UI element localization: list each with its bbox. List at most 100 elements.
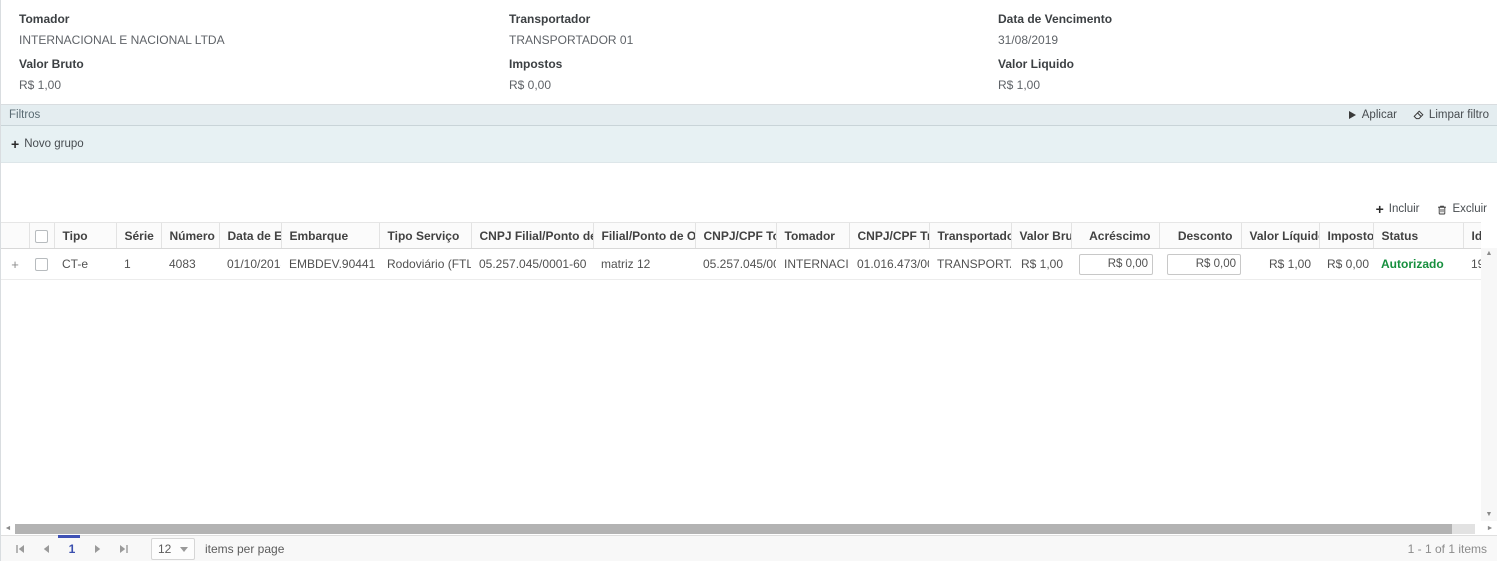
valor-bruto-value: R$ 1,00	[19, 77, 225, 93]
grid-toolbar: + Incluir Excluir	[1, 163, 1497, 222]
header-status[interactable]: Status	[1373, 223, 1463, 249]
header-valor-liquido[interactable]: Valor Líquido	[1241, 223, 1319, 249]
scroll-up-icon[interactable]: ▲	[1486, 248, 1493, 260]
horizontal-scroll-thumb[interactable]	[15, 524, 1452, 534]
filters-actions: Aplicar Limpar filtro	[1348, 109, 1489, 121]
plus-icon: +	[1376, 204, 1384, 214]
cell-tomador: INTERNACIONAL E...	[776, 249, 849, 280]
header-acrescimo[interactable]: Acréscimo	[1071, 223, 1159, 249]
scroll-right-icon[interactable]: ►	[1483, 525, 1497, 532]
prev-page-button[interactable]	[33, 544, 59, 554]
tomador-label: Tomador	[19, 11, 225, 27]
vertical-scrollbar[interactable]: ▲ ▼	[1481, 248, 1497, 521]
row-checkbox[interactable]	[35, 258, 48, 271]
clear-filter-label: Limpar filtro	[1429, 109, 1489, 121]
filters-body: + Novo grupo	[1, 126, 1497, 163]
header-tomador[interactable]: Tomador	[776, 223, 849, 249]
cte-grid: Tipo Série Número Data de Emis... Embarq…	[1, 222, 1481, 280]
row-expander-icon[interactable]: +	[11, 257, 19, 272]
apply-filter-button[interactable]: Aplicar	[1348, 109, 1397, 121]
header-valor-bruto[interactable]: Valor Bruto	[1011, 223, 1071, 249]
items-per-page-label: items per page	[205, 542, 284, 556]
cell-valor-bruto: R$ 1,00	[1011, 249, 1071, 280]
page-number[interactable]: 1	[59, 542, 85, 556]
cell-numero: 4083	[161, 249, 219, 280]
excluir-label: Excluir	[1452, 203, 1487, 215]
arrow-right-icon	[94, 544, 102, 554]
impostos-label: Impostos	[509, 56, 633, 72]
cell-filial: matriz 12	[593, 249, 695, 280]
cell-tipo-servico: Rodoviário (FTL)	[379, 249, 471, 280]
valor-liquido-value: R$ 1,00	[998, 77, 1112, 93]
cell-cnpj-filial: 05.257.045/0001-60	[471, 249, 593, 280]
cell-tipo: CT-e	[54, 249, 116, 280]
trash-icon	[1437, 204, 1447, 215]
plus-icon: +	[11, 139, 19, 149]
page-size-select[interactable]: 12	[151, 538, 195, 560]
valor-bruto-label: Valor Bruto	[19, 56, 225, 72]
cell-valor-liquido: R$ 1,00	[1241, 249, 1319, 280]
clear-filter-button[interactable]: Limpar filtro	[1413, 109, 1489, 121]
play-icon	[1348, 110, 1357, 120]
next-page-button[interactable]	[85, 544, 111, 554]
header-impostos[interactable]: Impostos	[1319, 223, 1373, 249]
header-tipo-servico[interactable]: Tipo Serviço	[379, 223, 471, 249]
first-page-button[interactable]	[7, 544, 33, 554]
header-tipo[interactable]: Tipo	[54, 223, 116, 249]
acrescimo-input[interactable]	[1079, 254, 1153, 275]
last-page-button[interactable]	[111, 544, 137, 554]
pager-range-label: 1 - 1 of 1 items	[1408, 542, 1487, 556]
cell-data-emissao: 01/10/2018 11:...	[219, 249, 281, 280]
new-group-label: Novo grupo	[24, 138, 83, 150]
header-cnpj-tomador[interactable]: CNPJ/CPF Tomad...	[695, 223, 776, 249]
header-cnpj-transportador[interactable]: CNPJ/CPF Transp...	[849, 223, 929, 249]
valor-liquido-label: Valor Liquido	[998, 56, 1112, 72]
header-numero[interactable]: Número	[161, 223, 219, 249]
table-row[interactable]: + CT-e 1 4083 01/10/2018 11:... EMBDEV.9…	[1, 249, 1481, 280]
select-all-checkbox[interactable]	[35, 230, 48, 243]
cell-embarque: EMBDEV.90441	[281, 249, 379, 280]
cell-cnpj-transportador: 01.016.473/0001-40	[849, 249, 929, 280]
header-filial[interactable]: Filial/Ponto de Operação	[593, 223, 695, 249]
horizontal-scrollbar[interactable]: ◄ ►	[1, 522, 1497, 535]
header-data-emissao[interactable]: Data de Emis...	[219, 223, 281, 249]
pager-bar: 1 12 items per page 1 - 1 of 1 items	[1, 535, 1497, 561]
header-cnpj-filial[interactable]: CNPJ Filial/Ponto de Operação	[471, 223, 593, 249]
summary-column-2: Transportador TRANSPORTADOR 01 Impostos …	[509, 8, 633, 101]
filters-bar: Filtros Aplicar Limpar filtro	[1, 105, 1497, 126]
horizontal-scroll-track[interactable]	[15, 524, 1475, 534]
arrow-left-icon	[42, 544, 50, 554]
apply-filter-label: Aplicar	[1362, 109, 1397, 121]
transportador-value: TRANSPORTADOR 01	[509, 32, 633, 48]
chevron-down-icon	[180, 547, 188, 552]
scroll-down-icon[interactable]: ▼	[1486, 509, 1493, 521]
select-all-column-header	[29, 223, 54, 249]
header-desconto[interactable]: Desconto	[1159, 223, 1241, 249]
incluir-button[interactable]: + Incluir	[1376, 203, 1420, 215]
new-group-button[interactable]: + Novo grupo	[11, 138, 84, 150]
header-embarque[interactable]: Embarque	[281, 223, 379, 249]
scroll-left-icon[interactable]: ◄	[1, 525, 15, 532]
excluir-button[interactable]: Excluir	[1437, 203, 1487, 215]
grid-header-row: Tipo Série Número Data de Emis... Embarq…	[1, 223, 1481, 249]
expander-column-header	[1, 223, 29, 249]
status-badge: Autorizado	[1381, 257, 1444, 271]
cte-page: Tomador INTERNACIONAL E NACIONAL LTDA Va…	[0, 0, 1497, 561]
filters-title: Filtros	[9, 109, 40, 121]
eraser-icon	[1413, 110, 1424, 120]
desconto-input[interactable]	[1167, 254, 1241, 275]
data-vencimento-label: Data de Vencimento	[998, 11, 1112, 27]
cell-serie: 1	[116, 249, 161, 280]
selected-page-indicator	[58, 535, 80, 538]
summary-column-1: Tomador INTERNACIONAL E NACIONAL LTDA Va…	[19, 8, 225, 101]
page-size-value: 12	[158, 542, 171, 556]
header-transportador[interactable]: Transportador	[929, 223, 1011, 249]
seek-last-icon	[119, 544, 129, 554]
summary-panel: Tomador INTERNACIONAL E NACIONAL LTDA Va…	[1, 0, 1497, 105]
header-serie[interactable]: Série	[116, 223, 161, 249]
seek-first-icon	[15, 544, 25, 554]
header-id[interactable]: Id	[1463, 223, 1481, 249]
cell-impostos: R$ 0,00	[1319, 249, 1373, 280]
grid-empty-area	[1, 280, 1497, 522]
data-vencimento-value: 31/08/2019	[998, 32, 1112, 48]
